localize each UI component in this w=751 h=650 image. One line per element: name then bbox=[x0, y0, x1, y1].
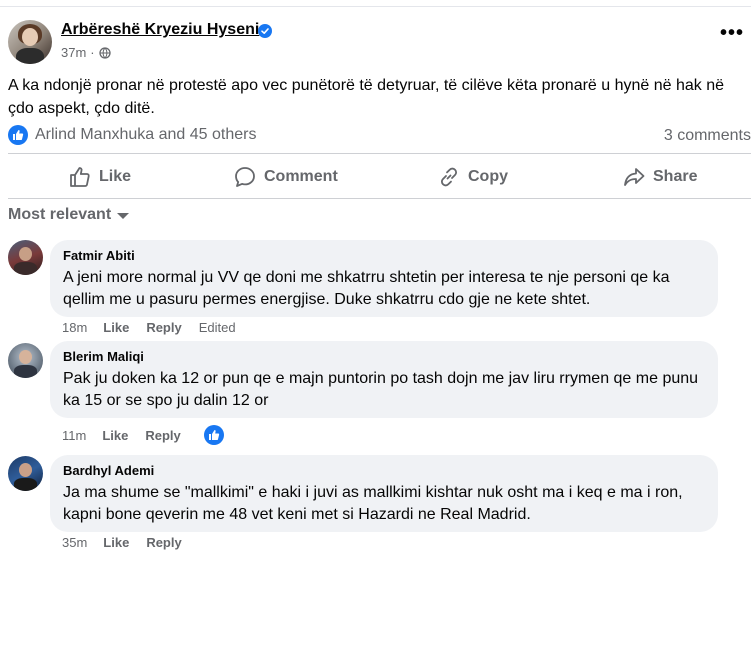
reactions-summary[interactable]: Arlind Manxhuka and 45 others bbox=[8, 125, 256, 145]
comment-reply-button[interactable]: Reply bbox=[145, 428, 180, 443]
post-author-name[interactable]: Arbëreshë Kryeziu Hyseni bbox=[61, 21, 259, 39]
commenter-avatar[interactable] bbox=[8, 240, 43, 275]
copy-label: Copy bbox=[468, 168, 508, 185]
like-button[interactable]: Like bbox=[69, 163, 131, 191]
comment-text: A jeni more normal ju VV qe doni me shka… bbox=[63, 269, 670, 308]
divider bbox=[8, 153, 751, 154]
caret-down-icon bbox=[117, 213, 130, 219]
sort-label: Most relevant bbox=[8, 206, 112, 223]
post-time[interactable]: 37m bbox=[61, 45, 86, 60]
comment-bubble: Blerim Maliqi Pak ju doken ka 12 or pun … bbox=[50, 341, 718, 418]
verified-badge-icon bbox=[258, 24, 272, 38]
comment-icon bbox=[235, 167, 255, 187]
comment-meta: 18m Like Reply Edited bbox=[62, 320, 236, 335]
comment-like-button[interactable]: Like bbox=[103, 535, 129, 550]
comment-time[interactable]: 18m bbox=[62, 320, 87, 335]
comment-button[interactable]: Comment bbox=[234, 163, 338, 191]
comment-label: Comment bbox=[264, 168, 338, 185]
comment-like-button[interactable]: Like bbox=[103, 320, 129, 335]
comment-time[interactable]: 35m bbox=[62, 535, 87, 550]
post-author-avatar[interactable] bbox=[8, 20, 52, 64]
comment-time[interactable]: 11m bbox=[62, 428, 86, 443]
top-divider bbox=[0, 6, 751, 7]
commenter-name[interactable]: Blerim Maliqi bbox=[63, 349, 706, 364]
more-options-icon[interactable]: ••• bbox=[720, 23, 744, 43]
share-icon bbox=[624, 168, 645, 186]
reactions-text[interactable]: Arlind Manxhuka and 45 others bbox=[35, 126, 256, 144]
comment-reply-button[interactable]: Reply bbox=[146, 320, 181, 335]
commenter-name[interactable]: Fatmir Abiti bbox=[63, 248, 706, 263]
comment-like-button[interactable]: Like bbox=[102, 428, 128, 443]
comment-meta: 35m Like Reply bbox=[62, 535, 199, 550]
post-text: A ka ndonjë pronar në protestë apo vec p… bbox=[8, 77, 725, 117]
thumbs-up-icon bbox=[70, 167, 90, 187]
share-label: Share bbox=[653, 168, 698, 185]
comment-bubble: Fatmir Abiti A jeni more normal ju VV qe… bbox=[50, 240, 718, 317]
comment-edited-label: Edited bbox=[198, 320, 236, 335]
comments-count[interactable]: 3 comments bbox=[664, 127, 751, 145]
commenter-avatar[interactable] bbox=[8, 456, 43, 491]
like-reaction-icon bbox=[8, 125, 28, 145]
divider bbox=[8, 198, 751, 199]
comment-text: Ja ma shume se "mallkimi" e haki i juvi … bbox=[63, 484, 683, 523]
like-reaction-icon[interactable] bbox=[203, 425, 224, 445]
copy-button[interactable]: Copy bbox=[438, 163, 508, 191]
comment-text: Pak ju doken ka 12 or pun qe e majn punt… bbox=[63, 370, 699, 409]
commenter-avatar[interactable] bbox=[8, 343, 43, 378]
comment-meta: 11m Like Reply bbox=[62, 425, 224, 445]
globe-icon bbox=[98, 46, 111, 59]
commenter-name[interactable]: Bardhyl Ademi bbox=[63, 463, 706, 478]
like-label: Like bbox=[99, 168, 132, 185]
comment-reply-button[interactable]: Reply bbox=[146, 535, 181, 550]
post-meta: 37m · bbox=[61, 45, 111, 60]
share-button[interactable]: Share bbox=[623, 163, 697, 191]
comment-bubble: Bardhyl Ademi Ja ma shume se "mallkimi" … bbox=[50, 455, 718, 532]
link-icon bbox=[440, 167, 458, 187]
comment-sort-dropdown[interactable]: Most relevant bbox=[8, 206, 130, 224]
